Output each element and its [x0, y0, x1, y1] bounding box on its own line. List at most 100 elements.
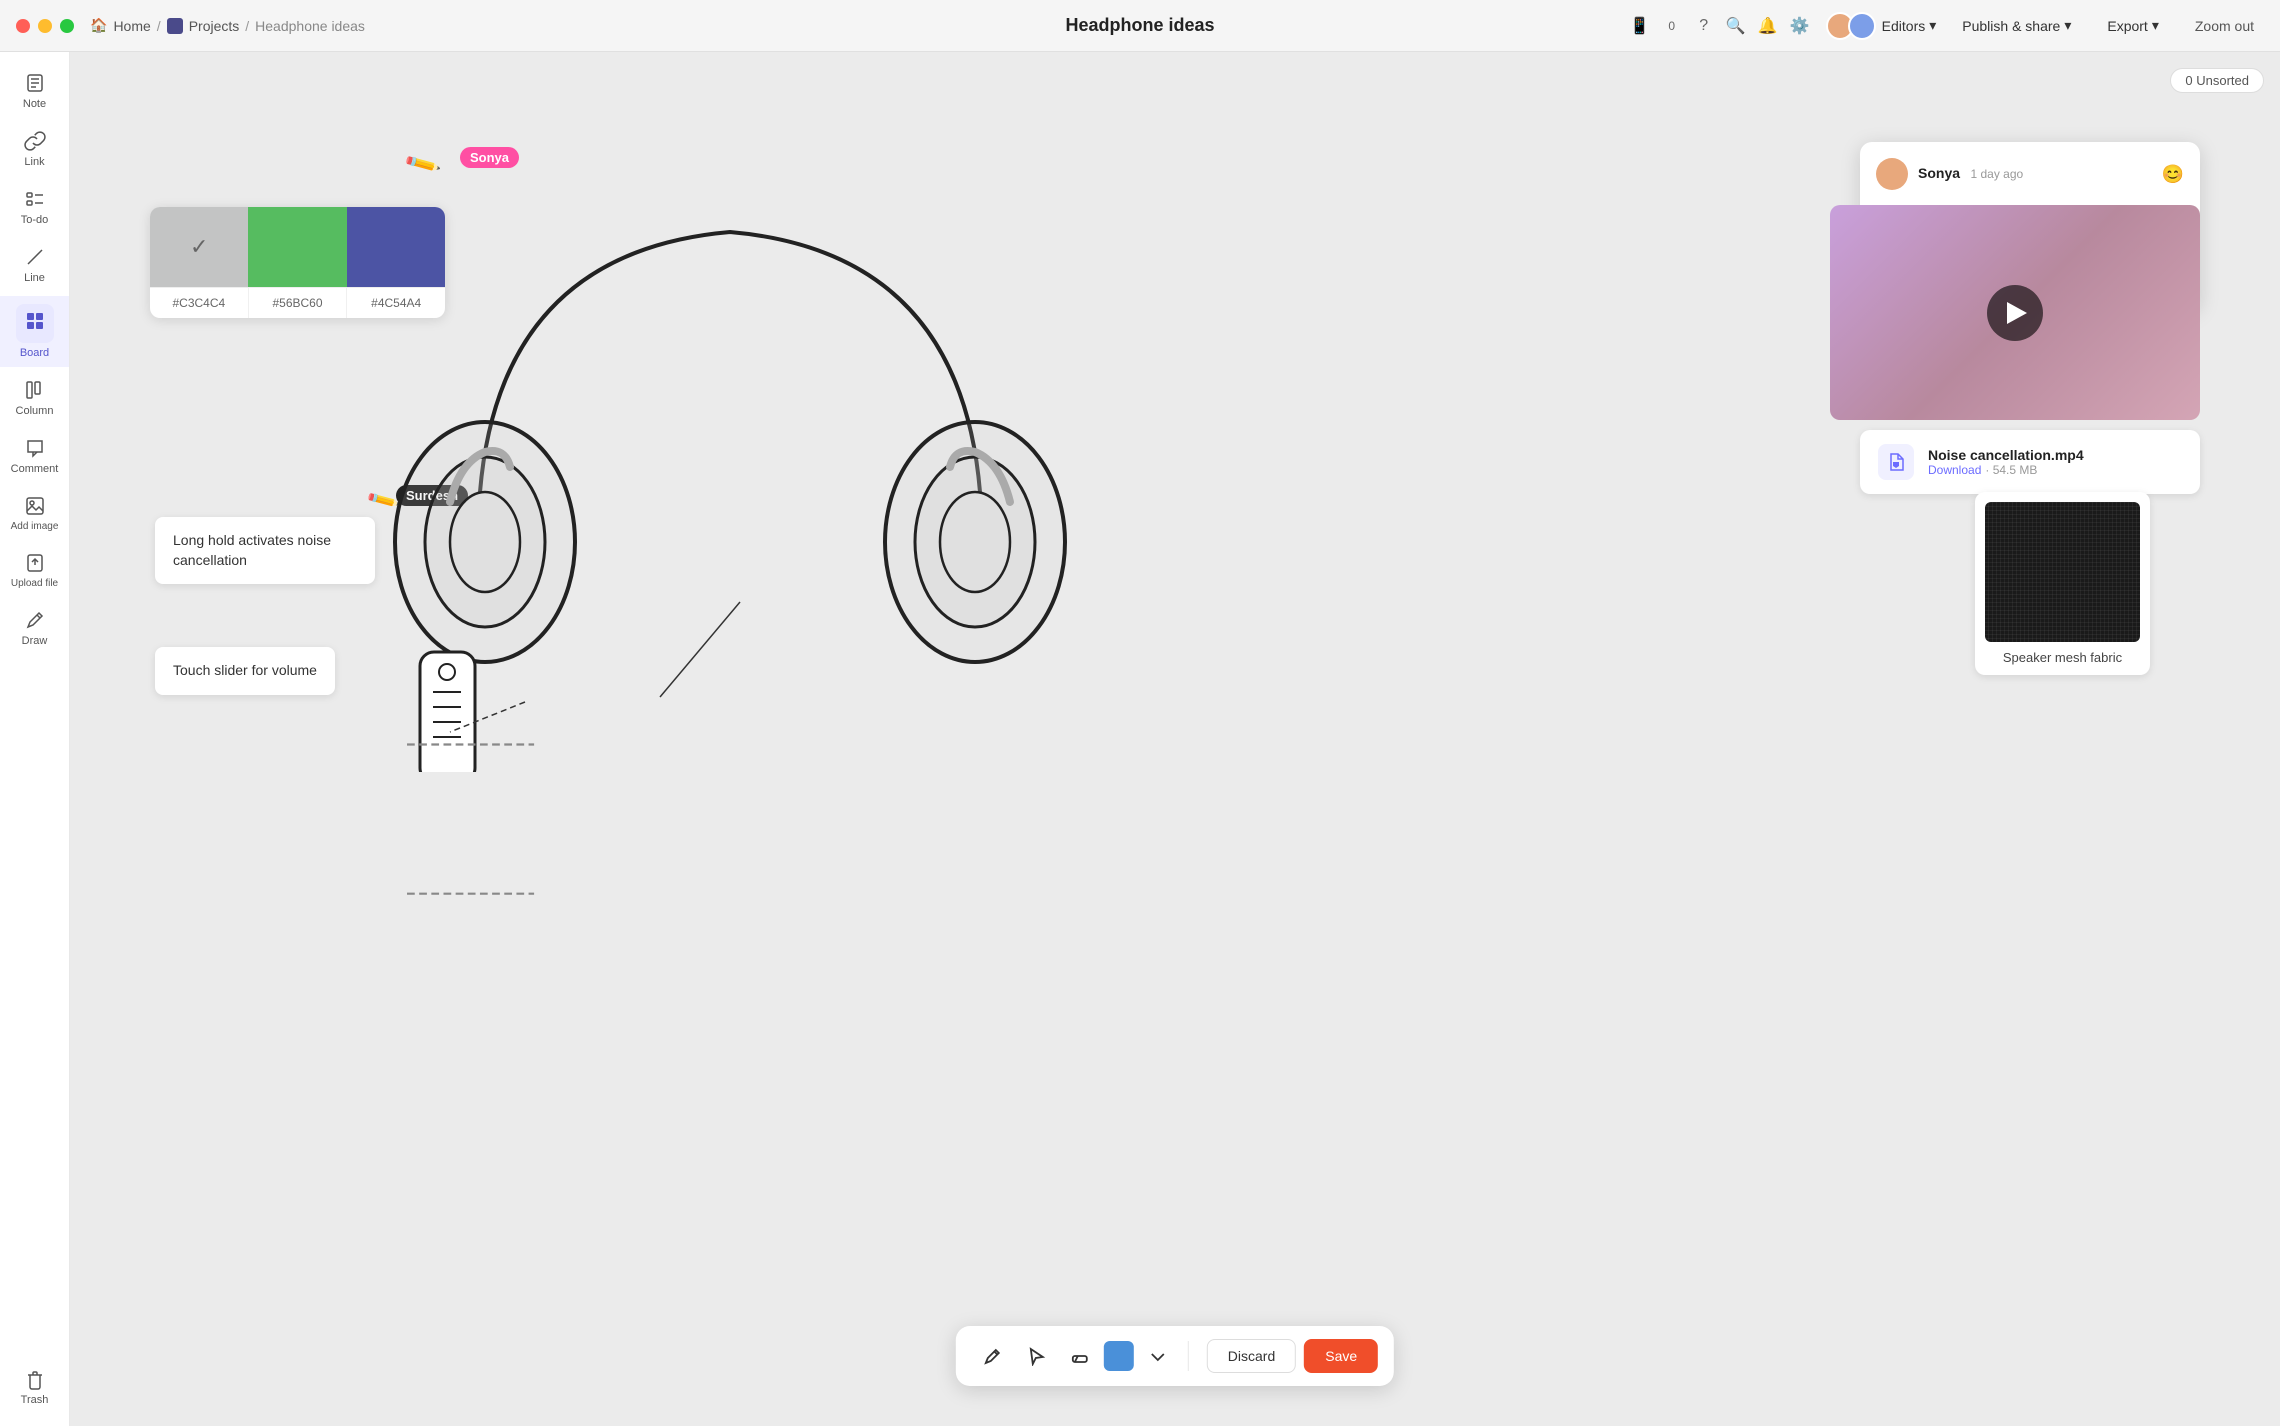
sidebar-item-column[interactable]: Column — [0, 371, 69, 425]
unsorted-badge[interactable]: 0 Unsorted — [2170, 68, 2264, 93]
device-icon[interactable]: 📱 — [1630, 16, 1650, 36]
projects-icon — [167, 18, 183, 34]
editors-chevron-icon: ▾ — [1929, 17, 1936, 34]
editors-group: Editors ▾ — [1826, 12, 1937, 40]
todo-icon — [24, 188, 46, 210]
publish-share-button[interactable]: Publish & share ▾ — [1952, 11, 2081, 40]
select-tool-button[interactable] — [1016, 1336, 1056, 1376]
pen-tool-button[interactable] — [972, 1336, 1012, 1376]
notification-count: 0 — [1662, 16, 1682, 36]
column-icon — [24, 379, 46, 401]
search-icon[interactable]: 🔍 — [1726, 16, 1746, 36]
help-icon[interactable]: ? — [1694, 16, 1714, 36]
minimize-button[interactable] — [38, 19, 52, 33]
export-button[interactable]: Export ▾ — [2097, 11, 2169, 40]
comment-icon — [24, 437, 46, 459]
breadcrumb-home-icon: 🏠 — [90, 17, 107, 34]
avatar-stack — [1826, 12, 1876, 40]
link-label: Link — [24, 156, 44, 168]
file-size: · 54.5 MB — [1985, 463, 2037, 477]
board-label: Board — [20, 347, 49, 359]
file-download-link[interactable]: Download — [1928, 463, 1981, 477]
cursor-sonya: Sonya — [460, 147, 519, 168]
file-icon — [1878, 444, 1914, 480]
comment-time: 1 day ago — [1970, 167, 2023, 181]
trash-label: Trash — [21, 1394, 49, 1406]
line-label: Line — [24, 272, 45, 284]
upload-file-label: Upload file — [11, 578, 58, 589]
color-picker-button[interactable] — [1104, 1341, 1134, 1371]
main-layout: Note Link To-do Line Board Column Commen… — [0, 52, 2280, 1426]
todo-label: To-do — [21, 214, 49, 226]
mesh-swatch-card: Speaker mesh fabric — [1975, 492, 2150, 675]
titlebar: 🏠 Home / Projects / Headphone ideas Head… — [0, 0, 2280, 52]
comment-author-info: Sonya 1 day ago — [1918, 165, 2023, 183]
breadcrumb-projects[interactable]: Projects — [189, 18, 240, 34]
column-label: Column — [16, 405, 54, 417]
publish-chevron-icon: ▾ — [2064, 17, 2071, 34]
upload-file-icon — [24, 552, 46, 574]
note-icon — [24, 72, 46, 94]
bell-icon[interactable]: 🔔 — [1758, 16, 1778, 36]
sidebar-item-trash[interactable]: Trash — [0, 1360, 69, 1414]
note-label: Note — [23, 98, 46, 110]
sidebar-item-board[interactable]: Board — [0, 296, 69, 367]
maximize-button[interactable] — [60, 19, 74, 33]
sidebar: Note Link To-do Line Board Column Commen… — [0, 52, 70, 1426]
headphone-drawing — [320, 172, 1140, 772]
swatch-label-gray: #C3C4C4 — [150, 288, 249, 318]
file-name: Noise cancellation.mp4 — [1928, 447, 2084, 463]
breadcrumb-current: Headphone ideas — [255, 18, 365, 34]
file-meta: Download · 54.5 MB — [1928, 463, 2084, 477]
breadcrumb-sep2: / — [245, 18, 249, 34]
link-icon — [24, 130, 46, 152]
play-triangle-icon — [2007, 302, 2027, 324]
draw-icon — [24, 609, 46, 631]
trash-icon — [24, 1368, 46, 1390]
save-button[interactable]: Save — [1304, 1339, 1378, 1373]
unsorted-badge-text: 0 Unsorted — [2185, 73, 2249, 88]
sidebar-item-note[interactable]: Note — [0, 64, 69, 118]
editors-button[interactable]: Editors ▾ — [1882, 17, 1937, 34]
more-tools-button[interactable] — [1138, 1336, 1178, 1376]
mesh-label: Speaker mesh fabric — [1985, 650, 2140, 665]
add-image-icon — [24, 495, 46, 517]
video-thumbnail[interactable] — [1830, 205, 2200, 420]
file-attachment: Noise cancellation.mp4 Download · 54.5 M… — [1860, 430, 2200, 494]
comment-author-avatar — [1876, 158, 1908, 190]
comment-author-name: Sonya — [1918, 165, 1960, 181]
zoom-out-button[interactable]: Zoom out — [2185, 12, 2264, 40]
breadcrumb-sep1: / — [157, 18, 161, 34]
mesh-swatch — [1985, 502, 2140, 642]
comment-header: Sonya 1 day ago 😊 — [1876, 158, 2184, 190]
discard-button[interactable]: Discard — [1207, 1339, 1296, 1373]
eraser-tool-button[interactable] — [1060, 1336, 1100, 1376]
add-image-label: Add image — [11, 521, 59, 532]
sidebar-item-link[interactable]: Link — [0, 122, 69, 176]
comment-label: Comment — [11, 463, 59, 475]
play-button[interactable] — [1987, 285, 2043, 341]
sidebar-item-todo[interactable]: To-do — [0, 180, 69, 234]
close-button[interactable] — [16, 19, 30, 33]
breadcrumb-home[interactable]: Home — [113, 18, 150, 34]
traffic-lights — [16, 19, 74, 33]
titlebar-icons: 📱 0 ? 🔍 🔔 ⚙️ — [1630, 16, 1810, 36]
board-icon — [24, 310, 46, 332]
sidebar-item-upload-file[interactable]: Upload file — [0, 544, 69, 597]
page-title: Headphone ideas — [1065, 15, 1214, 36]
swatch-gray[interactable]: ✓ — [150, 207, 248, 287]
toolbar-divider — [1188, 1341, 1189, 1371]
sidebar-item-add-image[interactable]: Add image — [0, 487, 69, 540]
canvas-area[interactable]: 0 Unsorted ✓ #C3C4C4 #56BC60 #4C54A4 Son… — [70, 52, 2280, 1426]
annotation-touch: Touch slider for volume — [155, 647, 335, 695]
sidebar-item-comment[interactable]: Comment — [0, 429, 69, 483]
board-active-bg — [16, 304, 54, 343]
titlebar-right: 📱 0 ? 🔍 🔔 ⚙️ Editors ▾ Publish & share ▾… — [1630, 11, 2264, 40]
comment-emoji-button[interactable]: 😊 — [2162, 164, 2184, 185]
check-mark-gray: ✓ — [190, 234, 208, 260]
sidebar-item-line[interactable]: Line — [0, 238, 69, 292]
sidebar-item-draw[interactable]: Draw — [0, 601, 69, 655]
export-chevron-icon: ▾ — [2152, 17, 2159, 34]
draw-label: Draw — [22, 635, 48, 647]
settings-icon[interactable]: ⚙️ — [1790, 16, 1810, 36]
